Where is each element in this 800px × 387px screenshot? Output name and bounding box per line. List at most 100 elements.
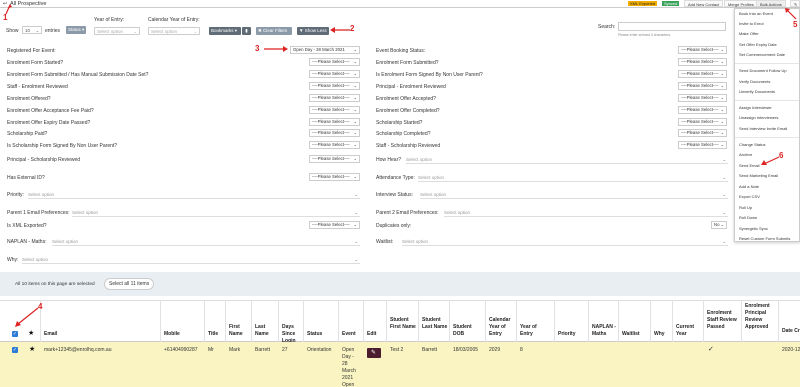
bulk-menu-item[interactable]: Send Marketing Email (739, 173, 778, 178)
column-header[interactable]: Current Year (676, 324, 702, 338)
filter-left-select[interactable]: ----Please Select---- ⌄ (309, 173, 360, 181)
column-header[interactable]: Waitlist (622, 331, 648, 338)
bulk-menu-item[interactable]: Send Interview Invite Email (739, 126, 787, 131)
year-entry-label: Year of Entry: (94, 17, 125, 23)
year-entry-select[interactable]: Select option ⌄ (94, 27, 140, 35)
search-input[interactable] (618, 22, 726, 31)
bulk-menu-item[interactable]: Assign Interviewer (739, 105, 772, 110)
filter-right-select[interactable]: ----Please Select---- ⌄ (678, 94, 727, 102)
filter-right-select[interactable]: Select option ⌄ (444, 209, 728, 217)
status-button[interactable]: Status ▾ (66, 26, 87, 34)
filter-right-select[interactable]: ----Please Select---- ⌄ (678, 70, 727, 78)
filter-left-select[interactable]: ----Please Select---- ⌄ (309, 106, 360, 114)
column-header[interactable]: Title (208, 331, 226, 338)
column-header[interactable]: Last Name (255, 324, 279, 338)
filter-left-select[interactable]: ----Please Select---- ⌄ (309, 70, 360, 78)
filter-left-select[interactable]: Select option ⌄ (52, 238, 360, 246)
column-header[interactable]: First Name (229, 324, 251, 338)
bulk-menu-item[interactable]: Roll Up (739, 205, 752, 210)
filter-right-select[interactable]: ----Please Select---- ⌄ (678, 46, 727, 54)
entries-select[interactable]: 10 ⌄ (22, 26, 42, 34)
bulk-menu-item[interactable]: Verify Documents (739, 79, 770, 84)
filter-left-select[interactable]: Open Day - 28 March 2021 ⌄ (290, 46, 360, 54)
column-header[interactable]: Enrolment Staff Review Passed (707, 310, 739, 331)
column-header[interactable]: Year of Entry (520, 324, 546, 338)
bulk-menu-item[interactable]: Send Document Follow Up (739, 68, 787, 73)
column-header[interactable]: Priority (558, 331, 586, 338)
bookmark-icon[interactable]: ▮ (242, 27, 251, 35)
filter-right-select[interactable]: ----Please Select---- ⌄ (678, 106, 727, 114)
bulk-menu-item[interactable]: Export CSV (739, 194, 760, 199)
column-header[interactable]: Calendar Year of Entry (489, 317, 517, 338)
filter-right-select[interactable]: No ⌄ (711, 221, 727, 229)
filter-left-select[interactable]: ----Please Select---- ⌄ (309, 82, 360, 90)
filter-right-select[interactable]: ----Please Select---- ⌄ (678, 58, 727, 66)
select-all-button[interactable]: Select all 11 items (104, 278, 155, 290)
bulk-menu-item[interactable]: Unverify Documents (739, 89, 775, 94)
filter-left-select[interactable]: ----Please Select---- ⌄ (309, 155, 360, 163)
filter-right-select[interactable]: Select option ⌄ (420, 191, 728, 199)
filter-left-select[interactable]: Select option ⌄ (22, 256, 360, 264)
column-header[interactable]: Event (342, 331, 362, 338)
column-header[interactable]: Status (307, 331, 337, 338)
select-all-checkbox[interactable]: ✓ (12, 331, 18, 337)
column-header[interactable]: Edit (367, 331, 383, 338)
bulk-menu-item[interactable]: Roll Down (739, 215, 757, 220)
merge-profiles-button[interactable]: Merge Profiles (724, 0, 758, 7)
edit-button[interactable]: ✎ (367, 348, 381, 358)
filter-right-select[interactable]: ----Please Select---- ⌄ (678, 129, 727, 137)
bulk-menu-item[interactable]: Synergetic Sync (739, 226, 768, 231)
bulk-menu-item[interactable]: Reset Custom Form Submits (739, 236, 790, 241)
bulk-menu-item[interactable]: Archive (739, 152, 752, 157)
chevron-down-icon: ⌄ (353, 222, 357, 227)
calendar-year-select[interactable]: Select option ⌄ (148, 27, 200, 35)
filter-right-select[interactable]: Select option ⌄ (406, 156, 728, 164)
filter-left-select[interactable]: Select option ⌄ (28, 191, 360, 199)
bulk-menu-item[interactable]: Change Status (739, 142, 765, 147)
filter-left-select[interactable]: ----Please Select---- ⌄ (309, 129, 360, 137)
bulk-menu-item[interactable]: Set Offer Expiry Date (739, 42, 777, 47)
chevron-down-icon: ⌄ (722, 210, 726, 215)
column-header[interactable]: NAPLAN - Maths (592, 324, 618, 338)
column-header[interactable]: Enrolment Principal Review Approved (745, 303, 779, 331)
add-new-contact-button[interactable]: Add New Contact (684, 0, 724, 7)
annotation-arrow-5 (785, 8, 797, 20)
bookmarks-button[interactable]: Bookmarks ▾ (209, 27, 241, 35)
filter-right-select[interactable]: Select option ⌄ (418, 174, 728, 182)
filter-left-select[interactable]: ----Please Select---- ⌄ (309, 118, 360, 126)
bulk-menu-item[interactable]: Book Into an Event (739, 11, 773, 16)
filter-left-select[interactable]: Select option ⌄ (72, 209, 360, 217)
pencil-icon[interactable]: ✎ (790, 0, 800, 7)
bulk-menu-item[interactable]: Send Email (739, 163, 759, 168)
column-header[interactable]: Why (654, 331, 670, 338)
chevron-down-icon: ⌄ (353, 142, 357, 147)
row-checkbox[interactable]: ✓ (12, 347, 18, 353)
bulk-menu-item[interactable]: Make Offer (739, 31, 759, 36)
filter-right-select[interactable]: ----Please Select---- ⌄ (678, 141, 727, 149)
bulk-menu-item[interactable]: Unassign Interviewers (739, 115, 778, 120)
column-header[interactable]: Student First Name (390, 317, 418, 331)
filter-left-select[interactable]: ----Please Select---- ⌄ (309, 94, 360, 102)
clear-filters-button[interactable]: ✖ Clear Filters (256, 27, 292, 35)
filter-left-select[interactable]: ----Please Select---- ⌄ (309, 221, 360, 229)
star-icon[interactable]: ★ (29, 345, 35, 353)
bulk-actions-button[interactable]: Bulk Actions (756, 0, 786, 7)
show-less-button[interactable]: ▼ Show Less (297, 27, 329, 35)
column-header[interactable]: Date Creat (782, 328, 800, 335)
column-header[interactable]: Email (44, 331, 154, 338)
bulk-menu-item[interactable]: Invite to Enrol (739, 21, 763, 26)
bulk-menu-item[interactable]: Set Commencement Date (739, 52, 785, 57)
filter-left-select[interactable]: ----Please Select---- ⌄ (309, 141, 360, 149)
filter-right-select[interactable]: Select option ⌄ (402, 238, 728, 246)
filter-right-select[interactable]: ----Please Select---- ⌄ (678, 82, 727, 90)
star-header-icon: ★ (28, 330, 35, 337)
filter-right-select[interactable]: ----Please Select---- ⌄ (678, 118, 727, 126)
column-header[interactable]: Student Last Name (422, 317, 450, 331)
column-header[interactable]: Student DOB (453, 324, 483, 338)
chevron-down-icon: ⌄ (353, 119, 357, 124)
column-header[interactable]: Mobile (164, 331, 204, 338)
filter-left-select[interactable]: ----Please Select---- ⌄ (309, 58, 360, 66)
bulk-menu-item[interactable]: Add a Note (739, 184, 759, 189)
chevron-down-icon: ⌄ (720, 107, 724, 112)
cell-email[interactable]: mark+12345@enrolhq.com.au (44, 347, 111, 354)
